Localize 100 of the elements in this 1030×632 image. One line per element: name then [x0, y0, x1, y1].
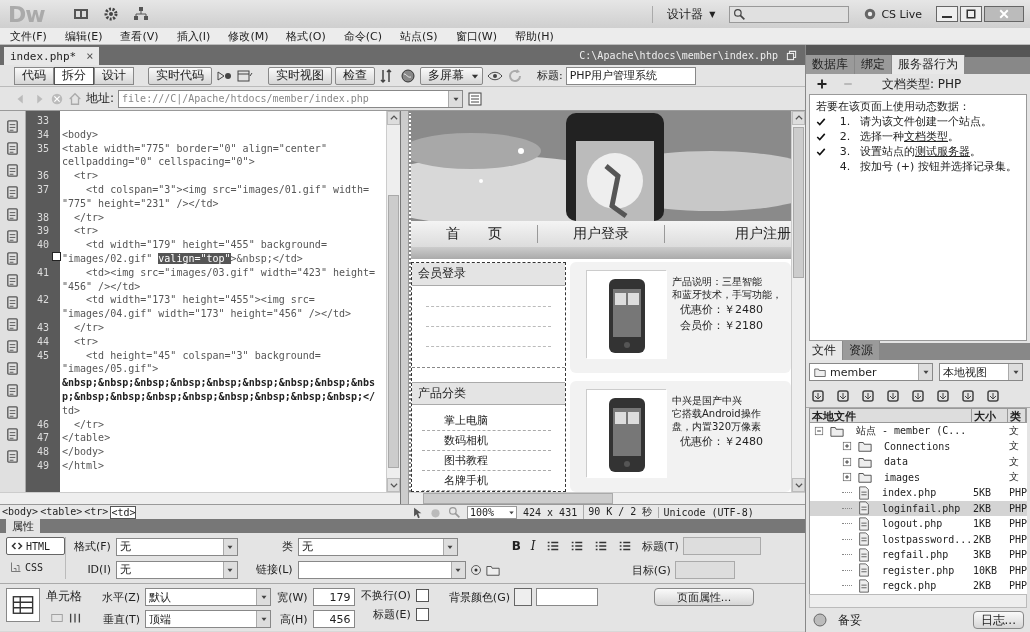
split-cell-icon[interactable]: [68, 611, 82, 625]
scroll-up-button[interactable]: [387, 111, 400, 125]
scroll-down-button[interactable]: [387, 478, 400, 492]
class-dropdown[interactable]: 无: [297, 537, 458, 556]
horizontal-scrollbar[interactable]: [409, 492, 805, 504]
search-field[interactable]: [729, 5, 850, 23]
menu-item[interactable]: 插入(I): [176, 28, 211, 44]
menu-item[interactable]: 格式(O): [286, 28, 326, 44]
checkbox[interactable]: [415, 608, 429, 621]
document-tab[interactable]: index.php* ×: [4, 47, 100, 65]
view-button[interactable]: 代码: [14, 66, 54, 85]
view-button[interactable]: 拆分: [54, 66, 94, 85]
multiscreen-button[interactable]: 多屏幕: [420, 66, 483, 85]
text-field[interactable]: [535, 588, 598, 606]
text-field[interactable]: 179: [312, 588, 355, 606]
bullet-list-icon[interactable]: [545, 539, 560, 553]
globe-icon[interactable]: [399, 67, 417, 84]
log-button[interactable]: 日志...: [972, 611, 1024, 629]
cs-live-button[interactable]: CS Live: [863, 7, 922, 21]
minimize-button[interactable]: [936, 6, 958, 22]
scrollbar-thumb[interactable]: [423, 493, 613, 504]
scrollbar-thumb[interactable]: [793, 127, 804, 278]
window-icon[interactable]: [236, 67, 254, 84]
mode-button[interactable]: CSS: [6, 558, 65, 576]
step-link[interactable]: 测试服务器: [915, 145, 970, 158]
file-row[interactable]: 站点 - member (C... 文: [810, 423, 1027, 439]
file-row[interactable]: data 文: [810, 454, 1027, 470]
live-code-button[interactable]: 实时代码: [148, 66, 212, 85]
panel-tab[interactable]: 数据库: [806, 55, 855, 74]
step-link[interactable]: 文档类型: [904, 130, 948, 143]
zoom-dropdown[interactable]: 100%: [467, 505, 517, 519]
mode-button[interactable]: HTML: [6, 537, 65, 555]
target-icon[interactable]: [469, 563, 482, 576]
tag-selector-item[interactable]: <td>: [110, 505, 137, 519]
menu-item[interactable]: 文件(F): [10, 28, 47, 44]
close-tab-button[interactable]: ×: [86, 49, 94, 63]
window-size[interactable]: 424 x 431: [523, 506, 578, 518]
id-dropdown[interactable]: 无: [115, 560, 238, 579]
maximize-button[interactable]: [960, 6, 982, 22]
add-icon[interactable]: [816, 78, 828, 90]
panel-tab[interactable]: 文件: [806, 341, 843, 360]
link-field[interactable]: [297, 560, 466, 579]
file-row[interactable]: images 文: [810, 469, 1027, 485]
file-row[interactable]: regck.php 2KB PHP: [810, 578, 1027, 594]
site-dropdown[interactable]: member: [809, 363, 933, 381]
site-map-icon[interactable]: [132, 6, 149, 22]
column-header[interactable]: 类: [1008, 409, 1026, 422]
valign-dropdown[interactable]: 顶端: [145, 610, 272, 628]
address-field[interactable]: file:///C|/Apache/htdocs/member/index.php: [118, 89, 464, 108]
document-icon[interactable]: [5, 119, 20, 134]
nav-link[interactable]: 首 页: [411, 225, 538, 243]
menu-item[interactable]: 修改(M): [228, 28, 269, 44]
page-properties-button[interactable]: 页面属性...: [653, 588, 754, 606]
tag-selector-item[interactable]: <table>: [40, 505, 83, 519]
category-link[interactable]: 掌上电脑: [444, 414, 488, 427]
file-row[interactable]: regfail.php 3KB PHP: [810, 547, 1027, 563]
live-view-button[interactable]: 实时视图: [268, 66, 332, 85]
tag-selector-item[interactable]: <tr>: [84, 505, 109, 519]
file-row[interactable]: Connections 文: [810, 438, 1027, 454]
options-icon[interactable]: [467, 90, 484, 107]
text-field[interactable]: 456: [312, 610, 355, 628]
column-header[interactable]: 大小: [972, 409, 1008, 422]
title-field[interactable]: PHP用户管理系统: [565, 66, 696, 85]
inspect-button[interactable]: 检查: [335, 66, 375, 85]
align-dropdown[interactable]: 默认: [145, 588, 272, 606]
layout-icon[interactable]: [72, 6, 89, 22]
menu-item[interactable]: 查看(V): [120, 28, 159, 44]
format-dropdown[interactable]: 无: [115, 537, 238, 556]
close-button[interactable]: [984, 6, 1024, 22]
restore-icon[interactable]: [786, 49, 797, 61]
italic-button[interactable]: I: [530, 539, 536, 553]
file-row[interactable]: index.php 5KB PHP: [810, 485, 1027, 501]
scroll-down-button[interactable]: [792, 478, 805, 492]
panel-tab[interactable]: 属性: [6, 519, 40, 533]
file-row[interactable]: lostpassword...2KB PHP: [810, 531, 1027, 547]
gear-icon[interactable]: [102, 6, 119, 22]
column-header[interactable]: 本地文件: [810, 409, 972, 422]
scrollbar-thumb[interactable]: [388, 195, 399, 468]
panel-tab[interactable]: 服务器行为: [892, 55, 965, 74]
menu-item[interactable]: 编辑(E): [64, 28, 103, 44]
tag-selector-item[interactable]: <body>: [2, 505, 39, 519]
nav-link[interactable]: 用户登录: [538, 225, 665, 243]
menu-item[interactable]: 命令(C): [343, 28, 382, 44]
category-link[interactable]: 名牌手机: [444, 474, 488, 487]
menu-item[interactable]: 帮助(H): [515, 28, 554, 44]
file-row[interactable]: register.php 10KB PHP: [810, 562, 1027, 578]
menu-item[interactable]: 窗口(W): [455, 28, 498, 44]
bold-button[interactable]: B: [511, 539, 521, 553]
file-row[interactable]: logout.php 1KB PHP: [810, 516, 1027, 532]
view-dropdown[interactable]: 本地视图: [939, 363, 1023, 381]
file-row[interactable]: loginfail.php 2KB PHP: [810, 500, 1027, 516]
workspace-menu[interactable]: 设计器 ▼: [652, 5, 716, 23]
menu-item[interactable]: 站点(S): [400, 28, 438, 44]
panel-tab[interactable]: 绑定: [855, 55, 892, 74]
panel-tab[interactable]: 资源: [843, 341, 880, 360]
scroll-up-button[interactable]: [792, 111, 805, 125]
category-link[interactable]: 图书教程: [444, 454, 488, 467]
horizontal-scrollbar[interactable]: [0, 492, 400, 504]
category-link[interactable]: 数码相机: [444, 434, 488, 447]
view-button[interactable]: 设计: [94, 66, 134, 85]
